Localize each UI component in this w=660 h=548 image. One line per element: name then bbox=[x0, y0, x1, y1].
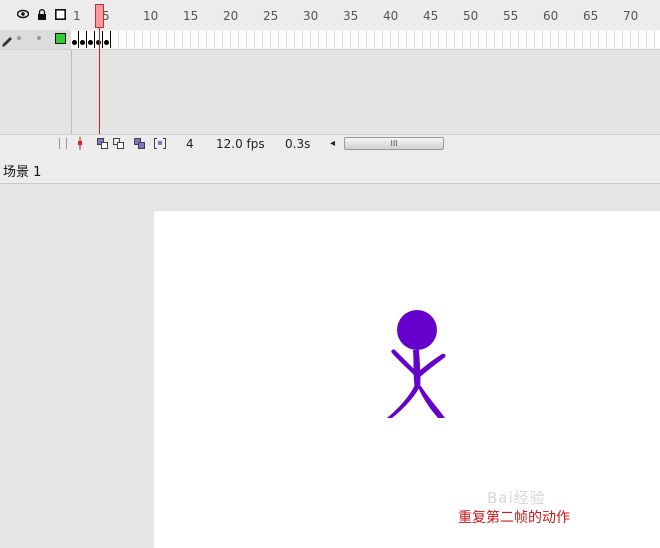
keyframe[interactable] bbox=[87, 31, 95, 48]
frame-rate[interactable]: 12.0 fps bbox=[216, 137, 265, 151]
scroll-thumb-grip: III bbox=[390, 139, 398, 148]
ruler-label: 1 bbox=[73, 9, 81, 23]
frame-grid[interactable] bbox=[111, 31, 660, 48]
layer-list-area bbox=[0, 50, 72, 135]
keyframe[interactable] bbox=[79, 31, 87, 48]
keyframe[interactable] bbox=[103, 31, 111, 48]
timeline-scrollbar[interactable]: III bbox=[344, 137, 444, 150]
outline-square-icon[interactable] bbox=[55, 9, 66, 23]
ruler-label: 55 bbox=[503, 9, 519, 23]
stick-figure[interactable] bbox=[384, 309, 454, 421]
ruler-label: 65 bbox=[583, 9, 599, 23]
lock-dot-icon[interactable] bbox=[37, 36, 41, 40]
ruler-label: 5 bbox=[102, 9, 110, 23]
keyframe[interactable] bbox=[71, 31, 79, 48]
ruler-label: 25 bbox=[263, 9, 279, 23]
scene-bar: 场景 1 bbox=[0, 154, 660, 184]
ruler-label: 50 bbox=[463, 9, 479, 23]
playhead-line bbox=[99, 28, 100, 134]
watermark: Bai经验 bbox=[487, 489, 546, 507]
onion-skin-icon[interactable] bbox=[97, 138, 108, 152]
visibility-dot-icon[interactable] bbox=[17, 36, 21, 40]
resize-grip[interactable] bbox=[59, 138, 67, 149]
outline-color-square-icon[interactable] bbox=[55, 33, 66, 44]
eye-icon[interactable] bbox=[16, 9, 30, 22]
onion-skin-marker-icon[interactable] bbox=[76, 137, 84, 153]
ruler-label: 40 bbox=[383, 9, 399, 23]
modify-markers-icon[interactable] bbox=[154, 138, 166, 152]
ruler-label: 15 bbox=[183, 9, 199, 23]
stage-caption: 重复第二帧的动作 bbox=[458, 510, 570, 526]
timeline-status-bar: 4 12.0 fps 0.3s ◂ III bbox=[0, 134, 660, 155]
scene-label[interactable]: 场景 1 bbox=[3, 161, 41, 180]
ruler-label: 60 bbox=[543, 9, 559, 23]
ruler-label: 30 bbox=[303, 9, 319, 23]
stage-canvas[interactable] bbox=[154, 211, 660, 548]
ruler-label: 20 bbox=[223, 9, 239, 23]
lock-icon[interactable] bbox=[37, 9, 47, 23]
onion-outline-icon[interactable] bbox=[113, 138, 124, 152]
ruler-label: 45 bbox=[423, 9, 439, 23]
ruler-label: 70 bbox=[623, 9, 639, 23]
elapsed-time: 0.3s bbox=[285, 137, 311, 151]
current-frame: 4 bbox=[186, 137, 194, 151]
ruler-label: 35 bbox=[343, 9, 359, 23]
scroll-left-arrow-icon[interactable]: ◂ bbox=[330, 138, 335, 149]
ruler-label: 10 bbox=[143, 9, 159, 23]
edit-multiple-frames-icon[interactable] bbox=[134, 138, 145, 152]
